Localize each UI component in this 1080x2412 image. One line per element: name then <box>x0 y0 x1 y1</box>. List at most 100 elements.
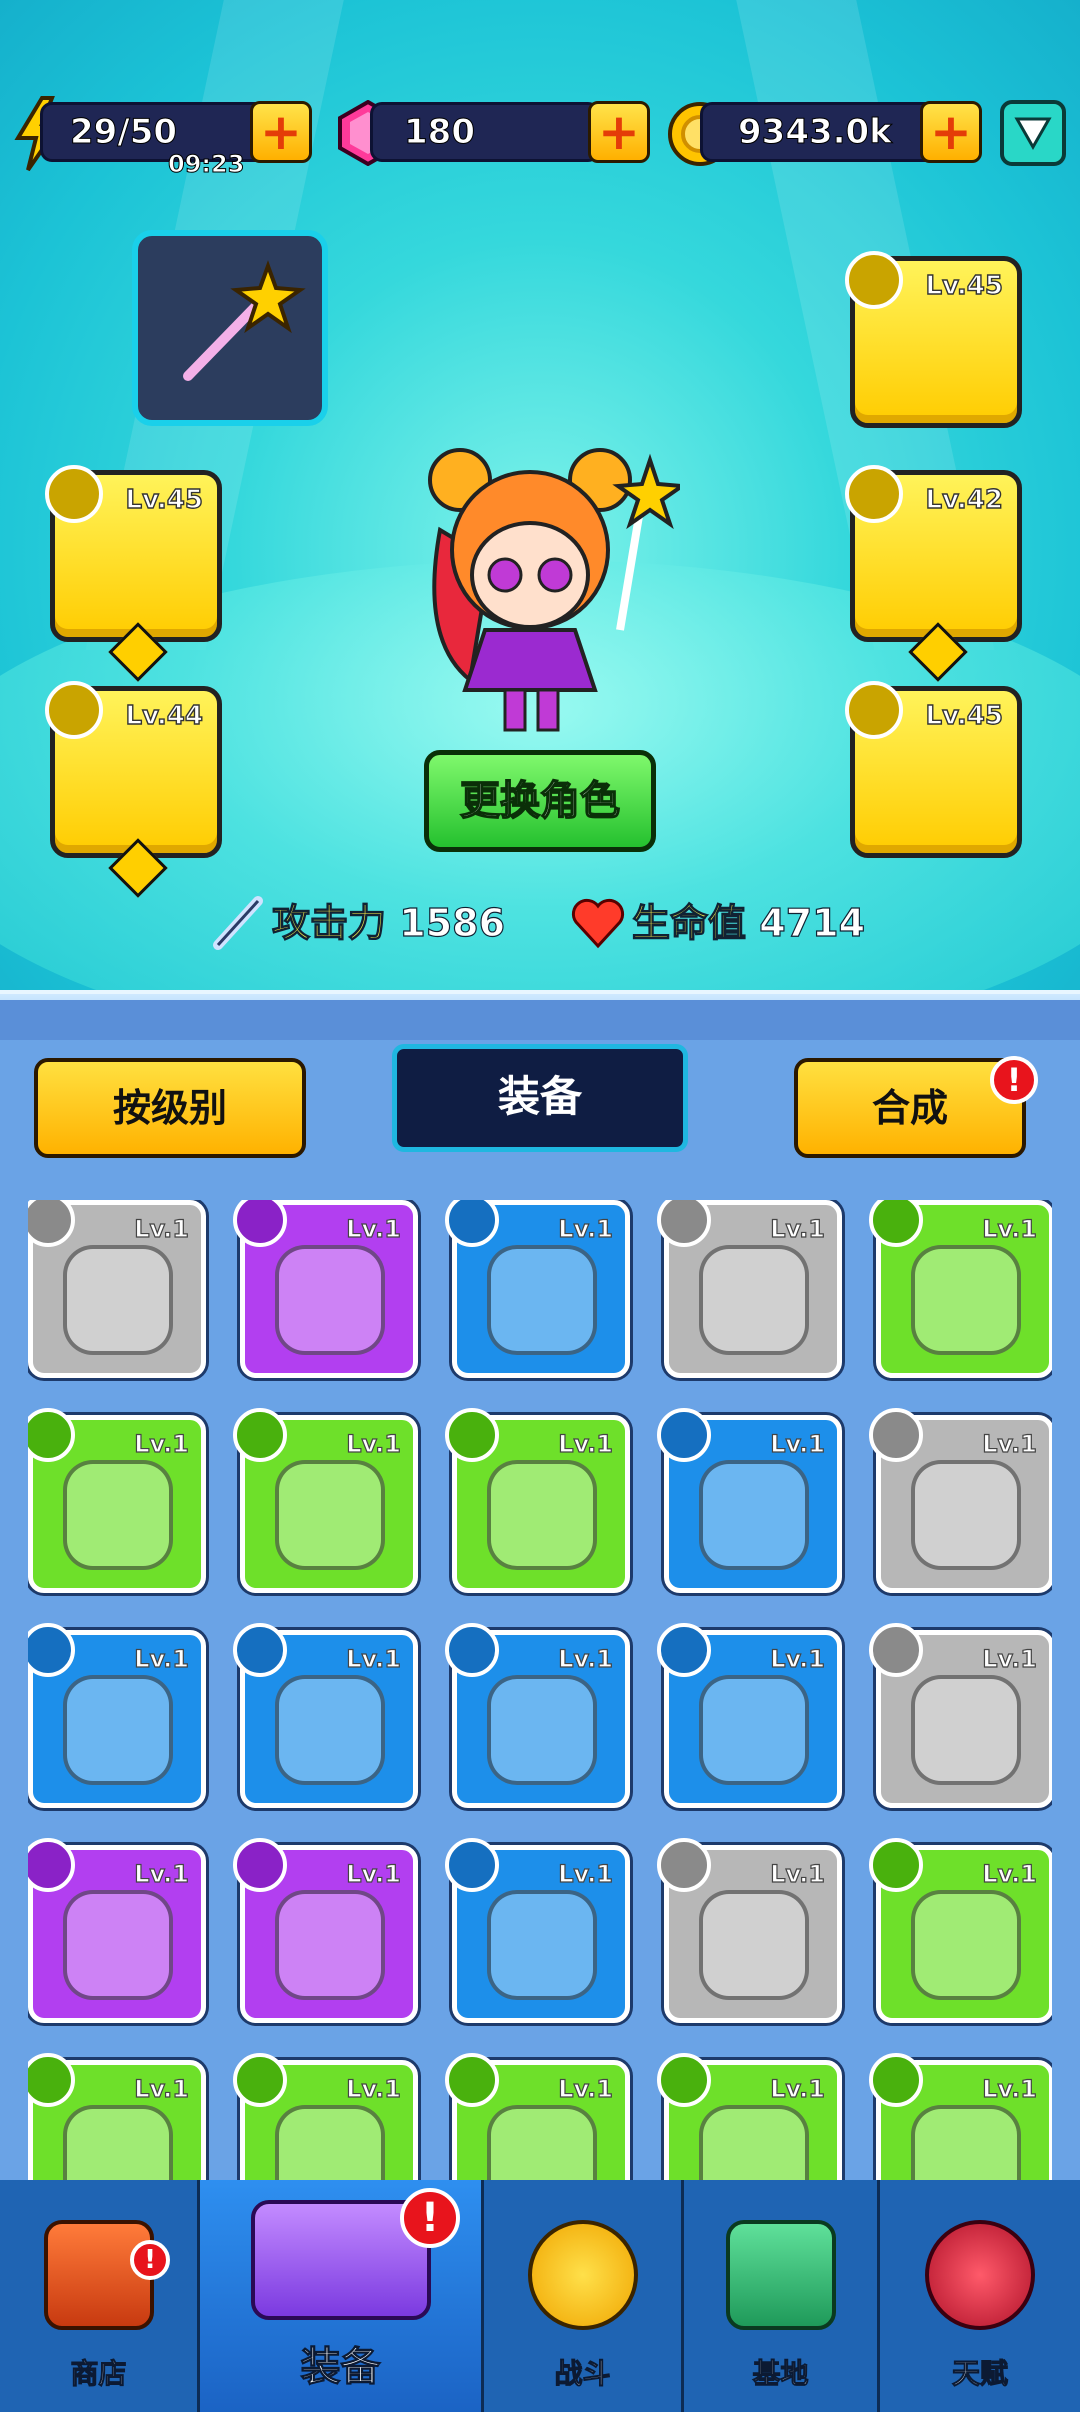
item-level: Lv.1 <box>134 2074 190 2103</box>
inventory-item[interactable]: Lv.1 <box>869 2053 1052 2200</box>
glove-slot[interactable]: Lv.44 <box>45 681 222 898</box>
inventory-item[interactable]: Lv.1 <box>233 1200 418 1378</box>
slot-level: Lv.44 <box>125 700 204 731</box>
scarf-slot[interactable]: Lv.45 <box>45 465 222 682</box>
inventory-item[interactable]: Lv.1 <box>657 1408 842 1593</box>
inventory-item[interactable]: Lv.1 <box>869 1200 1052 1378</box>
shield-icon <box>1014 117 1052 151</box>
slot-level: Lv.45 <box>125 484 204 515</box>
attack-value: 1586 <box>399 900 506 945</box>
inventory-item[interactable]: Lv.1 <box>445 1200 630 1378</box>
glove-icon <box>45 681 103 739</box>
item-level: Lv.1 <box>558 1859 614 1888</box>
inventory-item[interactable]: Lv.1 <box>233 1623 418 1808</box>
crossed-swords-icon <box>527 2220 638 2330</box>
shoe-icon <box>63 1460 173 1570</box>
inventory-item[interactable]: Lv.1 <box>233 2053 418 2200</box>
item-level: Lv.1 <box>346 2074 402 2103</box>
glove-icon <box>445 1408 499 1462</box>
inventory-item[interactable]: Lv.1 <box>28 1838 206 2023</box>
armor-icon <box>233 1623 287 1677</box>
item-level: Lv.1 <box>558 1429 614 1458</box>
inventory-item[interactable]: Lv.1 <box>445 2053 630 2200</box>
item-level: Lv.1 <box>134 1644 190 1673</box>
item-level: Lv.1 <box>770 1859 826 1888</box>
shop-alert-badge: ! <box>130 2240 170 2280</box>
inventory-item[interactable]: Lv.1 <box>657 1623 842 1808</box>
armor-icon <box>869 1623 923 1677</box>
sort-by-level-button[interactable]: 按级别 <box>34 1058 306 1158</box>
scarf-icon <box>233 2053 287 2107</box>
shoe-slot[interactable]: Lv.45 <box>845 681 1022 858</box>
nav-talent[interactable]: 天赋 <box>880 2180 1080 2412</box>
shirt-icon <box>657 2053 711 2107</box>
shirt-icon <box>63 1675 173 1785</box>
necklace-icon <box>487 1890 597 2000</box>
inventory-item[interactable]: Lv.1 <box>28 1408 206 1593</box>
item-level: Lv.1 <box>770 1214 826 1243</box>
building-icon <box>725 2220 836 2330</box>
pants-icon <box>845 465 903 523</box>
shield-button[interactable] <box>1000 100 1066 166</box>
shoe-icon <box>845 681 903 739</box>
glove-icon <box>445 1200 499 1247</box>
inventory-item[interactable]: Lv.1 <box>28 1623 206 1808</box>
energy-timer: 09:23 <box>167 150 245 179</box>
glove-icon <box>275 1460 385 1570</box>
add-gems-button[interactable]: + <box>588 101 650 163</box>
glove-icon <box>233 1408 287 1462</box>
inventory-item[interactable]: Lv.1 <box>869 1838 1052 2023</box>
equipment-alert-badge: ! <box>400 2188 460 2248</box>
item-level: Lv.1 <box>558 1214 614 1243</box>
shirt-icon <box>28 1623 75 1677</box>
inventory-item[interactable]: Lv.1 <box>233 1408 418 1593</box>
sock-icon <box>275 1245 385 1355</box>
nav-shop-label: 商店 <box>70 2357 127 2391</box>
shoe-icon <box>657 1200 711 1247</box>
item-level: Lv.1 <box>982 1859 1038 1888</box>
pants-icon <box>28 1838 75 1892</box>
inventory-item[interactable]: Lv.1 <box>28 1200 206 1378</box>
nav-equipment-label: 装备 <box>300 2344 381 2391</box>
attack-stat: 攻击力 1586 <box>271 895 506 951</box>
inventory-item[interactable]: Lv.1 <box>869 1623 1052 1808</box>
inventory-item[interactable]: Lv.1 <box>28 2053 206 2200</box>
pants-icon <box>445 2053 499 2107</box>
sock-icon <box>28 1200 75 1247</box>
item-level: Lv.1 <box>770 1644 826 1673</box>
plus-icon: + <box>598 103 640 161</box>
inventory-item[interactable]: Lv.1 <box>445 1838 630 2023</box>
inventory-item[interactable]: Lv.1 <box>657 1838 842 2023</box>
item-level: Lv.1 <box>346 1859 402 1888</box>
pants-icon <box>233 1838 287 1892</box>
heart-shield-icon <box>925 2220 1035 2330</box>
nav-equipment[interactable]: ! 装备 <box>200 2180 484 2412</box>
item-level: Lv.1 <box>982 1429 1038 1458</box>
add-coins-button[interactable]: + <box>920 101 982 163</box>
pants-slot[interactable]: Lv.42 <box>845 465 1022 682</box>
add-energy-button[interactable]: + <box>250 101 312 163</box>
item-level: Lv.1 <box>982 1644 1038 1673</box>
inventory-item[interactable]: Lv.1 <box>445 1408 630 1593</box>
nav-shop[interactable]: ! 商店 <box>0 2180 200 2412</box>
change-character-button[interactable]: 更换角色 <box>424 750 656 852</box>
nav-base-label: 基地 <box>752 2357 809 2391</box>
inventory-item[interactable]: Lv.1 <box>657 1200 842 1378</box>
item-level: Lv.1 <box>134 1859 190 1888</box>
sword-icon <box>210 893 266 953</box>
inventory-item[interactable]: Lv.1 <box>445 1623 630 1808</box>
scarf-icon <box>869 1408 923 1462</box>
weapon-slot[interactable] <box>132 230 328 426</box>
stage-divider <box>0 990 1080 1000</box>
slot-level: Lv.45 <box>925 270 1004 301</box>
inventory-item[interactable]: Lv.1 <box>233 1838 418 2023</box>
item-level: Lv.1 <box>346 1214 402 1243</box>
shirt-slot[interactable]: Lv.45 <box>845 251 1022 428</box>
inventory-item[interactable]: Lv.1 <box>657 2053 842 2200</box>
inventory-item[interactable]: Lv.1 <box>869 1408 1052 1593</box>
nav-base[interactable]: 基地 <box>684 2180 880 2412</box>
shoe-icon <box>869 1838 923 1892</box>
slot-level: Lv.42 <box>925 484 1004 515</box>
item-level: Lv.1 <box>134 1429 190 1458</box>
nav-battle[interactable]: 战斗 <box>484 2180 684 2412</box>
